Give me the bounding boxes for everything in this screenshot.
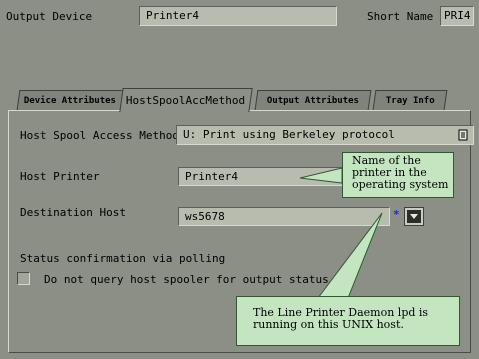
destination-host-callout: The Line Printer Daemon lpd is running o… <box>236 296 460 346</box>
host-printer-callout: Name of the printer in the operating sys… <box>342 152 454 198</box>
